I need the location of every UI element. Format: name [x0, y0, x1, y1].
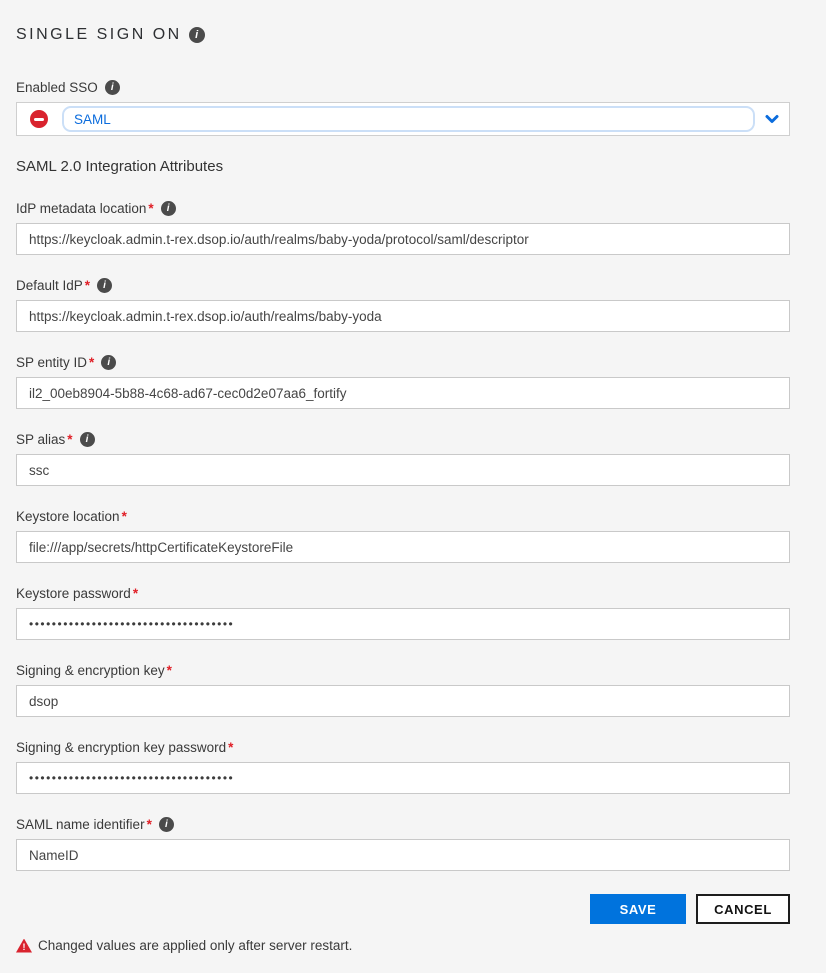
field-label: SAML name identifier	[16, 817, 145, 832]
info-icon[interactable]: i	[80, 432, 95, 447]
required-marker: *	[67, 432, 72, 447]
field-signing-encryption-key-password: Signing & encryption key password *	[16, 740, 790, 794]
field-label-row: SP alias * i	[16, 432, 790, 447]
required-marker: *	[148, 201, 153, 216]
field-keystore-location: Keystore location *	[16, 509, 790, 563]
field-label: SP alias	[16, 432, 65, 447]
required-marker: *	[167, 663, 172, 678]
save-button[interactable]: SAVE	[590, 894, 686, 924]
sso-form: Enabled SSO i SAML SAML 2.0 Integration …	[16, 80, 790, 953]
field-label-row: IdP metadata location * i	[16, 201, 790, 216]
form-actions: SAVE CANCEL	[16, 894, 790, 924]
page-title-row: SINGLE SIGN ON i	[16, 26, 810, 44]
field-sp-entity-id: SP entity ID * i	[16, 355, 790, 409]
signing-encryption-key-input[interactable]	[16, 685, 790, 717]
field-label: Default IdP	[16, 278, 83, 293]
required-marker: *	[85, 278, 90, 293]
field-keystore-password: Keystore password *	[16, 586, 790, 640]
info-icon[interactable]: i	[101, 355, 116, 370]
chevron-down-icon[interactable]	[764, 111, 780, 127]
required-marker: *	[228, 740, 233, 755]
minus-bar	[34, 118, 44, 121]
signing-encryption-key-password-input[interactable]	[16, 762, 790, 794]
field-label: Keystore password	[16, 586, 131, 601]
enabled-sso-select[interactable]: SAML	[16, 102, 790, 136]
field-label: SP entity ID	[16, 355, 87, 370]
required-marker: *	[89, 355, 94, 370]
warning-text: Changed values are applied only after se…	[38, 938, 352, 953]
section-title: SAML 2.0 Integration Attributes	[16, 158, 790, 175]
sso-settings-page: SINGLE SIGN ON i Enabled SSO i SAML SAML…	[0, 0, 826, 973]
sp-entity-id-input[interactable]	[16, 377, 790, 409]
field-label-row: Default IdP * i	[16, 278, 790, 293]
keystore-password-input[interactable]	[16, 608, 790, 640]
enabled-sso-label: Enabled SSO	[16, 80, 98, 95]
warning-icon: !	[16, 939, 32, 953]
field-sp-alias: SP alias * i	[16, 432, 790, 486]
cancel-button[interactable]: CANCEL	[696, 894, 790, 924]
default-idp-input[interactable]	[16, 300, 790, 332]
field-label: Signing & encryption key password	[16, 740, 226, 755]
field-label-row: Keystore password *	[16, 586, 790, 601]
page-title: SINGLE SIGN ON	[16, 26, 182, 44]
field-label: Keystore location	[16, 509, 120, 524]
field-saml-name-identifier: SAML name identifier * i	[16, 817, 790, 871]
info-icon[interactable]: i	[97, 278, 112, 293]
field-signing-encryption-key: Signing & encryption key *	[16, 663, 790, 717]
info-icon[interactable]: i	[159, 817, 174, 832]
field-label-row: SAML name identifier * i	[16, 817, 790, 832]
field-label: IdP metadata location	[16, 201, 146, 216]
field-label: Signing & encryption key	[16, 663, 165, 678]
selected-sso-value: SAML	[74, 112, 111, 127]
sp-alias-input[interactable]	[16, 454, 790, 486]
info-icon[interactable]: i	[161, 201, 176, 216]
field-label-row: Signing & encryption key password *	[16, 740, 790, 755]
field-default-idp: Default IdP * i	[16, 278, 790, 332]
restart-warning: ! Changed values are applied only after …	[16, 938, 790, 953]
remove-selection-icon[interactable]	[30, 110, 48, 128]
required-marker: *	[147, 817, 152, 832]
field-label-row: Keystore location *	[16, 509, 790, 524]
selected-sso-chip[interactable]: SAML	[62, 106, 755, 132]
enabled-sso-label-row: Enabled SSO i	[16, 80, 790, 95]
idp-metadata-location-input[interactable]	[16, 223, 790, 255]
required-marker: *	[122, 509, 127, 524]
field-label-row: SP entity ID * i	[16, 355, 790, 370]
info-icon[interactable]: i	[189, 27, 205, 43]
field-label-row: Signing & encryption key *	[16, 663, 790, 678]
required-marker: *	[133, 586, 138, 601]
saml-name-identifier-input[interactable]	[16, 839, 790, 871]
keystore-location-input[interactable]	[16, 531, 790, 563]
field-idp-metadata-location: IdP metadata location * i	[16, 201, 790, 255]
info-icon[interactable]: i	[105, 80, 120, 95]
